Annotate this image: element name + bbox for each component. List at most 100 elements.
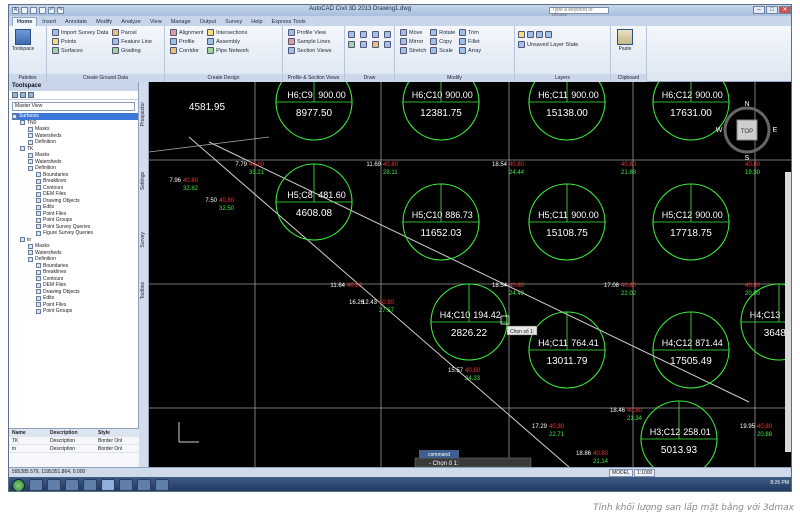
model-button[interactable]: MODEL bbox=[609, 469, 633, 477]
help-search-input[interactable]: Type a keyword or phrase bbox=[549, 7, 609, 18]
import-survey-data-button[interactable]: Import Survey Data bbox=[52, 29, 108, 36]
spot-design-level: 40.80 bbox=[593, 451, 609, 457]
side-tab-survey[interactable]: Survey bbox=[140, 232, 146, 248]
viewcube-north: N bbox=[744, 101, 749, 108]
taskbar-app[interactable] bbox=[47, 479, 61, 491]
app-menu-icon[interactable]: A bbox=[12, 7, 19, 14]
redo-icon[interactable]: ↷ bbox=[57, 7, 64, 14]
close-button[interactable]: ✕ bbox=[779, 6, 791, 14]
alignment-icon bbox=[170, 29, 177, 36]
alignment-button[interactable]: Alignment bbox=[170, 29, 203, 36]
surfaces-button[interactable]: Surfaces bbox=[52, 47, 108, 54]
toolspace-view-icon[interactable] bbox=[20, 92, 26, 98]
taskbar-app[interactable] bbox=[65, 479, 79, 491]
pipe-network-button[interactable]: Pipe Network bbox=[207, 47, 249, 54]
mirror-button[interactable]: Copy bbox=[430, 38, 455, 45]
profile-button[interactable]: Profile bbox=[170, 38, 203, 45]
tab-insert[interactable]: Insert bbox=[38, 18, 60, 26]
toolspace-refresh-icon[interactable] bbox=[12, 92, 18, 98]
spot-cut-fill: 27.57 bbox=[379, 308, 395, 314]
layer-isolate-icon[interactable] bbox=[536, 31, 543, 38]
tree-item[interactable]: Point Groups bbox=[12, 308, 138, 315]
layer-freeze-icon[interactable] bbox=[545, 31, 552, 38]
toolspace-view-dropdown[interactable]: Master View bbox=[12, 102, 135, 111]
save-icon[interactable] bbox=[39, 7, 46, 14]
hatch-icon[interactable] bbox=[360, 41, 367, 48]
intersections-button[interactable]: Intersections bbox=[207, 29, 249, 36]
tab-view[interactable]: View bbox=[146, 18, 166, 26]
layer-state-dropdown[interactable]: Unsaved Layer State bbox=[518, 41, 607, 48]
undo-icon[interactable]: ↶ bbox=[48, 7, 55, 14]
spot-cut-fill: 24.44 bbox=[509, 170, 525, 176]
polyline-icon[interactable] bbox=[360, 31, 367, 38]
open-icon[interactable] bbox=[30, 7, 37, 14]
taskbar-app[interactable] bbox=[29, 479, 43, 491]
side-tab-toolbox[interactable]: Toolbox bbox=[140, 282, 146, 299]
parcel-button[interactable]: Parcel bbox=[112, 29, 152, 36]
toolspace-icon bbox=[15, 29, 31, 45]
spline-icon[interactable] bbox=[384, 41, 391, 48]
tab-analyze[interactable]: Analyze bbox=[117, 18, 145, 26]
drawing-area[interactable]: H6;C9 900.008977.50H6;C10 900.0012381.75H6… bbox=[149, 82, 792, 467]
toolspace-button[interactable]: Toolspace bbox=[12, 29, 34, 52]
scale-button[interactable]: Scale bbox=[430, 47, 455, 54]
grading-button[interactable]: Grading bbox=[112, 47, 152, 54]
copy-button[interactable]: Mirror bbox=[400, 38, 426, 45]
list-item[interactable]: tn Description Border Onl bbox=[9, 445, 139, 453]
toolspace-help-icon[interactable] bbox=[28, 92, 34, 98]
cell-name: H5;C12 bbox=[662, 210, 693, 220]
tab-annotate[interactable]: Annotate bbox=[61, 18, 91, 26]
cell-result: 17505.49 bbox=[670, 356, 712, 367]
tree-node-icon bbox=[36, 276, 41, 282]
section-views-button[interactable]: Section Views bbox=[288, 47, 331, 54]
cell-name: H4;C11 bbox=[538, 338, 568, 348]
drawing-canvas[interactable]: H6;C9 900.00 8977.50 H6;C10 900.00 12381.75 H6… bbox=[149, 82, 792, 467]
ground-data-commands: Import Survey Data Points Surfaces bbox=[52, 29, 108, 54]
annotation-scale[interactable]: 1:1000 bbox=[634, 469, 656, 477]
tree-node-icon bbox=[36, 204, 41, 210]
side-tab-prospector[interactable]: Prospector bbox=[140, 102, 146, 126]
tab-output[interactable]: Output bbox=[196, 18, 221, 26]
taskbar-app[interactable] bbox=[83, 479, 97, 491]
spot-design-level: 40.80 bbox=[379, 300, 395, 306]
side-tab-settings[interactable]: Settings bbox=[140, 172, 146, 190]
arc-icon[interactable] bbox=[384, 31, 391, 38]
taskbar-app[interactable] bbox=[137, 479, 151, 491]
tab-survey[interactable]: Survey bbox=[221, 18, 246, 26]
paste-button[interactable]: Paste bbox=[614, 29, 636, 52]
new-icon[interactable] bbox=[21, 7, 28, 14]
circle-icon[interactable] bbox=[372, 31, 379, 38]
text-icon[interactable] bbox=[372, 41, 379, 48]
tab-modify[interactable]: Modify bbox=[92, 18, 116, 26]
assembly-button[interactable]: Assembly bbox=[207, 38, 249, 45]
tab-help[interactable]: Help bbox=[247, 18, 266, 26]
sample-lines-button[interactable]: Sample Lines bbox=[288, 38, 331, 45]
fillet-button[interactable]: Fillet bbox=[459, 38, 481, 45]
tab-home[interactable]: Home bbox=[12, 17, 38, 26]
import-icon bbox=[52, 29, 59, 36]
navigation-bar[interactable] bbox=[785, 172, 792, 452]
array-button[interactable]: Array bbox=[459, 47, 481, 54]
feature-line-button[interactable]: Feature Line bbox=[112, 38, 152, 45]
line-icon[interactable] bbox=[348, 31, 355, 38]
taskbar-app[interactable] bbox=[119, 479, 133, 491]
minimize-button[interactable]: – bbox=[753, 6, 765, 14]
move-button[interactable]: Move bbox=[400, 29, 426, 36]
layer-off-icon[interactable] bbox=[527, 31, 534, 38]
trim-button[interactable]: Trim bbox=[459, 29, 481, 36]
start-button[interactable] bbox=[12, 478, 25, 491]
taskbar-app[interactable] bbox=[155, 479, 169, 491]
stretch-button[interactable]: Stretch bbox=[400, 47, 426, 54]
corridor-button[interactable]: Corridor bbox=[170, 47, 203, 54]
rotate-button[interactable]: Rotate bbox=[430, 29, 455, 36]
tab-manage[interactable]: Manage bbox=[167, 18, 195, 26]
list-item[interactable]: TK Description Border Onl bbox=[9, 437, 139, 445]
tab-express-tools[interactable]: Express Tools bbox=[268, 18, 310, 26]
maximize-button[interactable]: □ bbox=[766, 6, 778, 14]
rectangle-icon[interactable] bbox=[348, 41, 355, 48]
layer-properties-icon[interactable] bbox=[518, 31, 525, 38]
taskbar-app-autocad[interactable] bbox=[101, 479, 115, 491]
points-button[interactable]: Points bbox=[52, 38, 108, 45]
spot-design-level: 40.80 bbox=[249, 162, 265, 168]
profile-view-button[interactable]: Profile View bbox=[288, 29, 331, 36]
